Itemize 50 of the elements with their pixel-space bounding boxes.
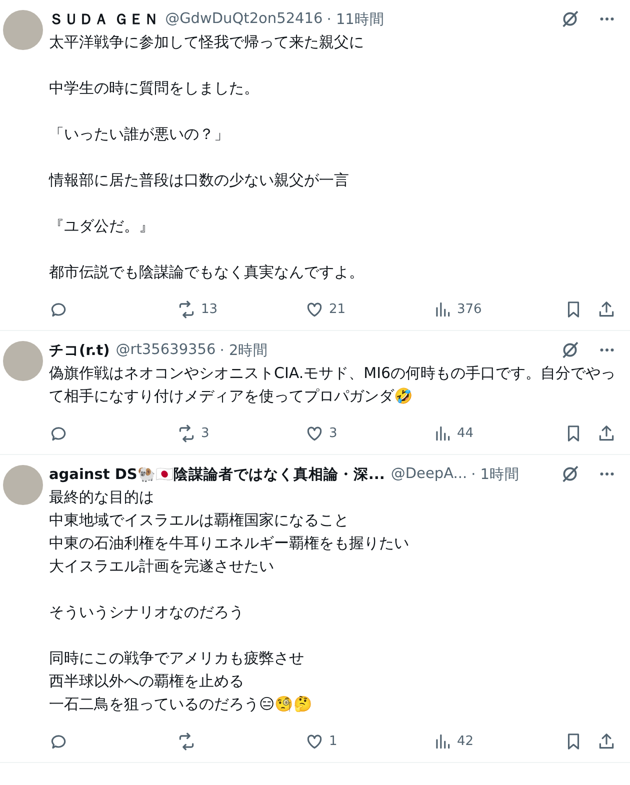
grok-icon[interactable] bbox=[560, 340, 580, 360]
post-text: 情報部に居た普段は口数の少ない親父が一言 bbox=[49, 170, 350, 191]
like-button[interactable]: 3 bbox=[305, 424, 433, 442]
grok-icon[interactable] bbox=[560, 9, 580, 29]
post-text: 中東地域でイスラエルは覇権国家になること bbox=[49, 510, 350, 531]
share-button[interactable] bbox=[597, 732, 616, 750]
post-text: 最終的な目的は bbox=[49, 487, 155, 508]
repost-icon bbox=[177, 300, 196, 318]
post-text: 同時にこの戦争でアメリカも疲弊させ bbox=[49, 648, 305, 669]
post-text: 偽旗作戦はネオコンやシオニストCIA.モサド、MI6の何時もの手口です。自分でやって相手になすり付けメディアを使ってプロパガンダ🤣 bbox=[49, 363, 617, 407]
repost-icon bbox=[177, 424, 196, 442]
post-time[interactable]: · 2時間 bbox=[220, 340, 268, 360]
share-button[interactable] bbox=[597, 300, 616, 318]
repost-icon bbox=[177, 732, 196, 750]
post-text: 中学生の時に質問をしました。 bbox=[49, 78, 260, 99]
share-button[interactable] bbox=[597, 424, 616, 442]
like-button[interactable]: 21 bbox=[305, 300, 433, 318]
bar-chart-icon bbox=[433, 732, 452, 750]
post-text: 一石二鳥を狙っているのだろう😑🧐🤔 bbox=[49, 694, 314, 715]
views-button[interactable]: 44 bbox=[433, 424, 561, 442]
post-time[interactable]: · 1時間 bbox=[471, 464, 520, 484]
views-button[interactable]: 376 bbox=[433, 300, 561, 318]
grok-icon[interactable] bbox=[560, 464, 580, 484]
views-button[interactable]: 42 bbox=[433, 732, 561, 750]
post-text: 大イスラエル計画を完遂させたい bbox=[49, 556, 275, 577]
user-name[interactable]: チコ(r.t) bbox=[49, 340, 110, 360]
user-handle[interactable]: @GdwDuQt2on52416 bbox=[165, 11, 323, 27]
user-handle[interactable]: @rt35639356 bbox=[116, 342, 216, 358]
bar-chart-icon bbox=[433, 300, 452, 318]
post-text: 都市伝説でも陰謀論でもなく真実なんですよ。 bbox=[49, 262, 365, 283]
bar-chart-icon bbox=[433, 424, 452, 442]
user-name[interactable]: ＳＵＤＡ ＧＥＮ bbox=[49, 10, 160, 28]
post-text: 「いったい誰が悪いの？」 bbox=[49, 124, 230, 145]
post-time[interactable]: · 11時間 bbox=[326, 10, 384, 28]
repost-button[interactable]: 3 bbox=[177, 424, 305, 442]
heart-icon bbox=[305, 732, 324, 750]
post-text: 西半球以外への覇権を止める bbox=[49, 671, 245, 692]
post-text: 中東の石油利権を牛耳りエネルギー覇権をも握りたい bbox=[49, 533, 410, 554]
share-icon bbox=[597, 732, 616, 750]
heart-icon bbox=[305, 424, 324, 442]
user-name[interactable]: against DS🐏🇯🇵陰謀論者ではなく真相論・深... bbox=[49, 464, 385, 484]
like-button[interactable]: 1 bbox=[305, 732, 433, 750]
post-text: そういうシナリオなのだろう bbox=[49, 602, 245, 623]
heart-icon bbox=[305, 300, 324, 318]
user-handle[interactable]: @DeepA... bbox=[390, 466, 468, 482]
share-icon bbox=[597, 424, 616, 442]
share-icon bbox=[597, 300, 616, 318]
post-text: 『ユダ公だ。』 bbox=[49, 216, 155, 237]
repost-button[interactable]: 13 bbox=[177, 300, 305, 318]
post-text: 太平洋戦争に参加して怪我で帰って来た親父に bbox=[49, 32, 365, 53]
